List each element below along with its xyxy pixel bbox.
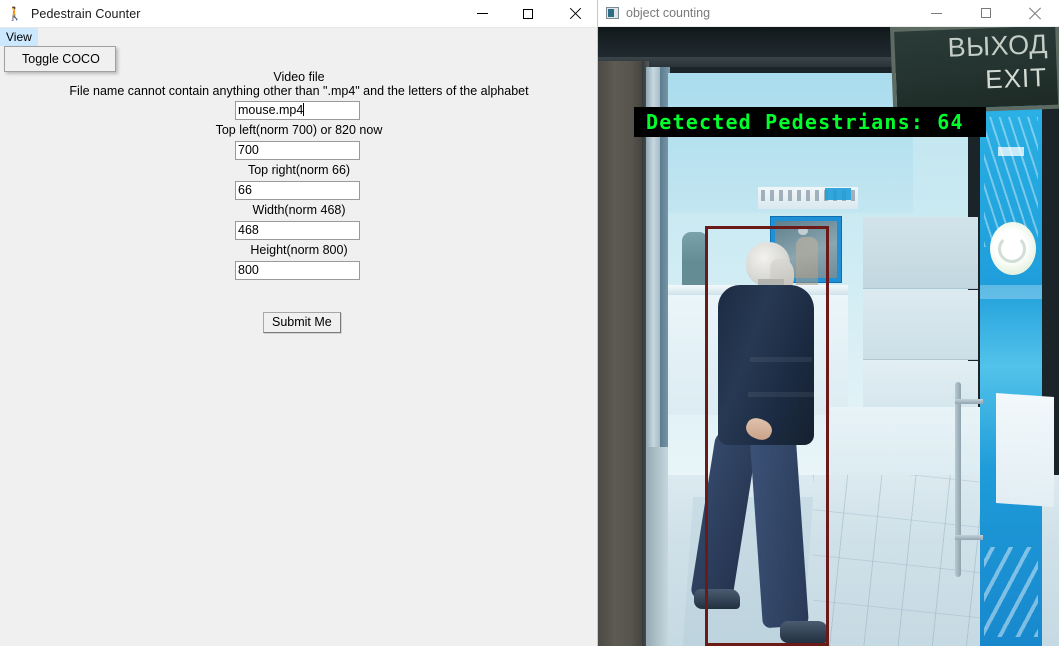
top-left-input[interactable]: 700 — [235, 141, 360, 160]
wall-panel-middle — [863, 290, 978, 360]
right-titlebar: object counting — [598, 0, 1059, 27]
right-white-sign — [996, 392, 1054, 508]
text-caret — [303, 103, 305, 116]
banner-horizontal-band — [980, 285, 1042, 299]
right-close-button[interactable] — [1010, 0, 1059, 27]
shop-sign-blue-accent — [825, 188, 851, 200]
minimize-button[interactable] — [459, 0, 505, 28]
door-handle-bracket-top — [955, 399, 983, 404]
menu-item-toggle-coco[interactable]: Toggle COCO — [5, 52, 100, 66]
video-canvas[interactable]: ВЫХОД EXIT Detected Pedestrians: 64 — [598, 27, 1059, 646]
submit-button[interactable]: Submit Me — [263, 312, 341, 333]
menubar: View — [0, 28, 597, 46]
open-door-left — [646, 447, 668, 646]
door-handle-bracket-bottom — [955, 535, 983, 540]
right-minimize-button[interactable] — [912, 0, 961, 27]
width-input[interactable]: 468 — [235, 221, 360, 240]
view-menu-dropdown: Toggle COCO — [4, 46, 116, 72]
maximize-icon — [980, 8, 991, 18]
filename-warning-text: File name cannot contain anything other … — [69, 84, 529, 98]
opencv-window-icon — [598, 0, 626, 27]
top-right-input[interactable]: 66 — [235, 181, 360, 200]
maximize-button[interactable] — [505, 0, 551, 28]
width-label: Width(norm 468) — [252, 203, 346, 217]
detection-bounding-box — [705, 226, 829, 646]
maximize-icon — [523, 8, 533, 19]
exit-sign-russian-text: ВЫХОД — [947, 28, 1049, 63]
close-icon — [1028, 7, 1041, 20]
right-maximize-button[interactable] — [961, 0, 1010, 27]
top-left-label: Top left(norm 700) or 820 now — [215, 123, 383, 137]
menu-view-label: View — [6, 30, 32, 44]
minimize-icon — [476, 13, 488, 14]
video-file-label: Video file — [273, 70, 325, 84]
detection-counter-overlay: Detected Pedestrians: 64 — [634, 107, 986, 137]
banner-small-label — [998, 147, 1024, 156]
detection-counter-text: Detected Pedestrians: 64 — [646, 110, 964, 134]
banner-bottom-text — [984, 547, 1038, 637]
menu-item-toggle-coco-label: Toggle COCO — [22, 52, 100, 66]
wall-panel-upper — [863, 217, 978, 289]
minimize-icon — [931, 12, 942, 14]
height-label: Height(norm 800) — [250, 243, 348, 257]
video-file-input-value: mouse.mp4 — [238, 103, 304, 117]
left-titlebar: 🚶 Pedestrain Counter — [0, 0, 597, 28]
menu-view[interactable]: View — [0, 28, 38, 46]
video-file-input[interactable]: mouse.mp4 — [235, 101, 360, 120]
wall-pillar — [598, 61, 646, 646]
close-icon — [568, 8, 580, 20]
close-button[interactable] — [551, 0, 597, 28]
exit-sign: ВЫХОД EXIT — [890, 27, 1059, 115]
pedestrian-icon: 🚶 — [6, 6, 24, 21]
door-handle-vertical — [955, 382, 961, 577]
object-counting-window: object counting ВЫХОД EXIT Detected Pede… — [598, 0, 1059, 646]
top-right-label: Top right(norm 66) — [247, 163, 351, 177]
pedestrian-counter-window: 🚶 Pedestrain Counter View Toggle COCO Vi… — [0, 0, 598, 646]
right-window-title: object counting — [626, 6, 711, 20]
form-body: Video file File name cannot contain anyt… — [0, 46, 597, 646]
left-window-title: Pedestrain Counter — [31, 6, 141, 21]
exit-sign-english-text: EXIT — [984, 62, 1048, 95]
height-input[interactable]: 800 — [235, 261, 360, 280]
banner-logo-swirl — [998, 235, 1026, 263]
